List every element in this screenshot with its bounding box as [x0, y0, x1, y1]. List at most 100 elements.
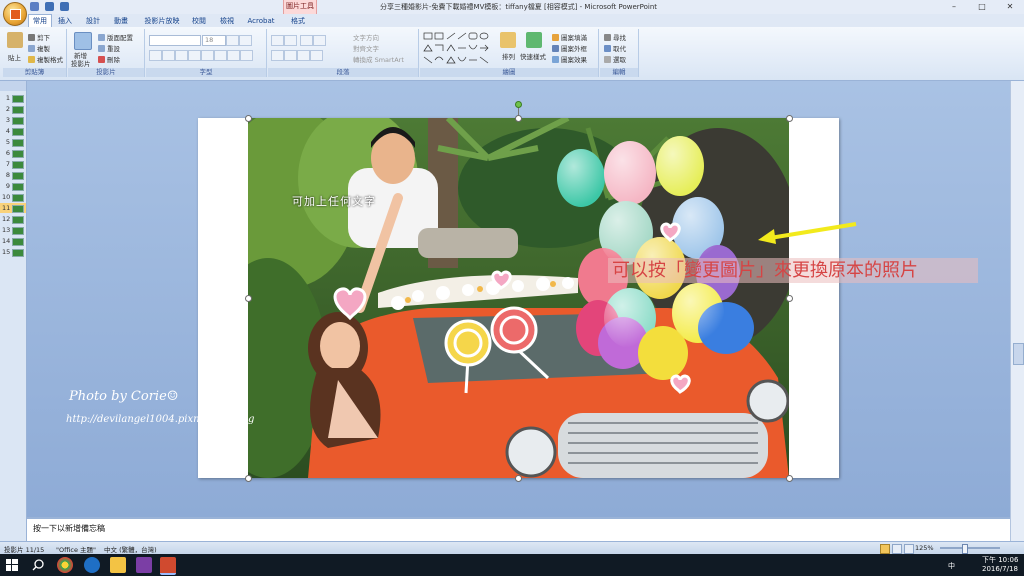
align-left-icon[interactable] [271, 50, 284, 61]
resize-handle-bottom-left[interactable] [245, 475, 252, 482]
tab-review[interactable]: 校閱 [188, 15, 210, 27]
powerpoint-taskbar-icon[interactable] [160, 557, 176, 575]
office-button[interactable] [3, 2, 27, 26]
new-slide-button-2[interactable]: 投影片 [71, 58, 91, 68]
minimize-button[interactable]: – [940, 0, 968, 14]
quick-styles-icon[interactable] [526, 32, 542, 48]
tab-view[interactable]: 檢視 [216, 15, 238, 27]
tab-home[interactable]: 常用 [28, 14, 52, 28]
tab-format[interactable]: 格式 [286, 15, 310, 27]
slide-thumbnail[interactable]: 4 [0, 126, 26, 136]
slide-thumbnail[interactable]: 7 [0, 159, 26, 169]
shape-effects-button[interactable]: 圖案效果 [552, 54, 587, 64]
slide-thumbnail[interactable]: 8 [0, 170, 26, 180]
text-direction-button[interactable]: 文字方向 [353, 32, 379, 42]
underline-icon[interactable] [175, 50, 188, 61]
chrome-icon[interactable] [57, 557, 73, 573]
windows-start-icon[interactable] [6, 559, 18, 571]
numbering-icon[interactable] [284, 35, 297, 46]
resize-handle-top-right[interactable] [786, 115, 793, 122]
scroll-thumb[interactable] [1013, 343, 1024, 365]
redo-icon[interactable] [60, 2, 69, 11]
font-size-input[interactable]: 18 [202, 35, 226, 46]
resize-handle-bottom[interactable] [515, 475, 522, 482]
internet-explorer-icon[interactable] [84, 557, 100, 573]
arrange-icon[interactable] [500, 32, 516, 48]
shapes-gallery-icon[interactable] [423, 32, 493, 64]
slideshow-icon[interactable] [904, 544, 914, 554]
shape-outline-button[interactable]: 圖案外框 [552, 43, 587, 53]
search-icon[interactable] [32, 559, 44, 571]
resize-handle-left[interactable] [245, 295, 252, 302]
slide-thumbnail[interactable]: 3 [0, 115, 26, 125]
delete-button[interactable]: 刪除 [98, 54, 120, 64]
zoom-level[interactable]: 125% [915, 544, 934, 552]
justify-icon[interactable] [310, 50, 323, 61]
normal-view-icon[interactable] [880, 544, 890, 554]
slide-thumbnail[interactable]: 9 [0, 181, 26, 191]
strikethrough-icon[interactable] [188, 50, 201, 61]
language-indicator[interactable]: 中文 (繁體，台灣) [104, 544, 157, 554]
increase-indent-icon[interactable] [313, 35, 326, 46]
tab-design[interactable]: 設計 [82, 15, 104, 27]
slide-thumbnail[interactable]: 5 [0, 137, 26, 147]
undo-icon[interactable] [45, 2, 54, 11]
layout-button[interactable]: 版面配置 [98, 32, 133, 42]
align-text-button[interactable]: 對齊文字 [353, 43, 379, 53]
slide-thumbnail[interactable]: 15 [0, 247, 26, 257]
bullets-icon[interactable] [271, 35, 284, 46]
paste-icon[interactable] [7, 32, 23, 48]
arrange-button[interactable]: 排列 [502, 51, 515, 61]
slide-thumbnail[interactable]: 1 [0, 93, 26, 103]
reset-button[interactable]: 重設 [98, 43, 120, 53]
align-right-icon[interactable] [297, 50, 310, 61]
shadow-icon[interactable] [201, 50, 214, 61]
italic-icon[interactable] [162, 50, 175, 61]
tab-animation[interactable]: 動畫 [110, 15, 132, 27]
case-icon[interactable] [227, 50, 240, 61]
slide-thumbnail[interactable]: 10 [0, 192, 26, 202]
resize-handle-top-left[interactable] [245, 115, 252, 122]
smartart-button[interactable]: 轉換成 SmartArt [353, 54, 404, 64]
new-slide-icon[interactable] [74, 32, 92, 50]
font-name-input[interactable] [149, 35, 201, 46]
slide-overlay-text[interactable]: 可加上任何文字 [292, 193, 376, 209]
ime-indicator[interactable]: 中 [948, 561, 955, 571]
rotation-handle[interactable] [515, 101, 522, 108]
shrink-font-icon[interactable] [239, 35, 252, 46]
zoom-slider[interactable] [940, 547, 1000, 549]
zoom-slider-knob[interactable] [962, 544, 968, 554]
slide-sorter-icon[interactable] [892, 544, 902, 554]
slide-thumbnail[interactable]: 13 [0, 225, 26, 235]
format-painter-button[interactable]: 複製格式 [28, 54, 63, 64]
maximize-button[interactable]: □ [968, 0, 996, 14]
wedding-photo[interactable] [248, 118, 789, 478]
tab-slideshow[interactable]: 投影片放映 [140, 15, 184, 27]
copy-button[interactable]: 複製 [28, 43, 50, 53]
quick-styles-button[interactable]: 快速樣式 [520, 51, 546, 61]
clock-time[interactable]: 下午 10:06 [982, 555, 1018, 565]
slide-thumbnail[interactable]: 2 [0, 104, 26, 114]
slide-thumbnail[interactable]: 12 [0, 214, 26, 224]
bold-icon[interactable] [149, 50, 162, 61]
font-color-icon[interactable] [240, 50, 253, 61]
replace-button[interactable]: 取代 [604, 43, 626, 53]
resize-handle-bottom-right[interactable] [786, 475, 793, 482]
save-icon[interactable] [30, 2, 39, 11]
clock-date[interactable]: 2016/7/18 [982, 565, 1018, 573]
notes-pane[interactable]: 按一下以新增備忘稿 [27, 517, 1010, 543]
select-button[interactable]: 選取 [604, 54, 626, 64]
slide-thumbnail[interactable]: 14 [0, 236, 26, 246]
find-button[interactable]: 尋找 [604, 32, 626, 42]
media-app-icon[interactable] [136, 557, 152, 573]
tab-acrobat[interactable]: Acrobat [244, 15, 278, 27]
spacing-icon[interactable] [214, 50, 227, 61]
shape-fill-button[interactable]: 圖案填滿 [552, 32, 587, 42]
grow-font-icon[interactable] [226, 35, 239, 46]
slide-pane-tabs[interactable] [0, 81, 26, 91]
decrease-indent-icon[interactable] [300, 35, 313, 46]
align-center-icon[interactable] [284, 50, 297, 61]
file-explorer-icon[interactable] [110, 557, 126, 573]
resize-handle-top[interactable] [515, 115, 522, 122]
paste-button[interactable]: 貼上 [8, 52, 21, 62]
